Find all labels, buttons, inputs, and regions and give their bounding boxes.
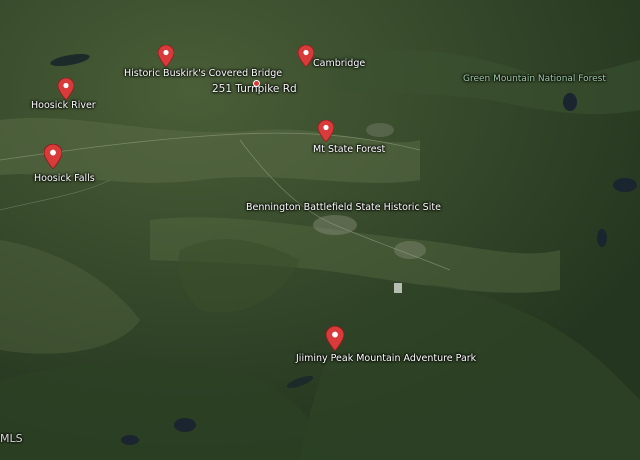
watermark: MLS — [0, 432, 23, 445]
historic-buskirk-pin[interactable] — [158, 45, 174, 67]
historic-buskirk-label: Historic Buskirk's Covered Bridge — [124, 68, 283, 79]
satellite-map[interactable]: Hoosick River Historic Buskirk's Covered… — [0, 0, 640, 460]
terrain-imagery — [0, 0, 640, 460]
hoosick-falls-label: Hoosick Falls — [34, 173, 95, 184]
mt-state-forest-label: Mt State Forest — [313, 144, 386, 155]
cambridge-label: Cambridge — [313, 58, 366, 69]
hoosick-river-label: Hoosick River — [31, 100, 96, 111]
bennington-battlefield-label: Bennington Battlefield State Historic Si… — [246, 202, 441, 213]
mt-state-forest-pin[interactable] — [318, 120, 334, 142]
hoosick-river-pin[interactable] — [58, 78, 74, 100]
green-mountain-forest-label: Green Mountain National Forest — [463, 74, 606, 84]
jiiminy-peak-label: Jiiminy Peak Mountain Adventure Park — [296, 353, 477, 364]
road-marker-dot — [253, 80, 260, 87]
hoosick-falls-pin[interactable] — [44, 144, 62, 169]
jiiminy-peak-pin[interactable] — [326, 326, 344, 351]
cambridge-pin[interactable] — [298, 45, 314, 67]
